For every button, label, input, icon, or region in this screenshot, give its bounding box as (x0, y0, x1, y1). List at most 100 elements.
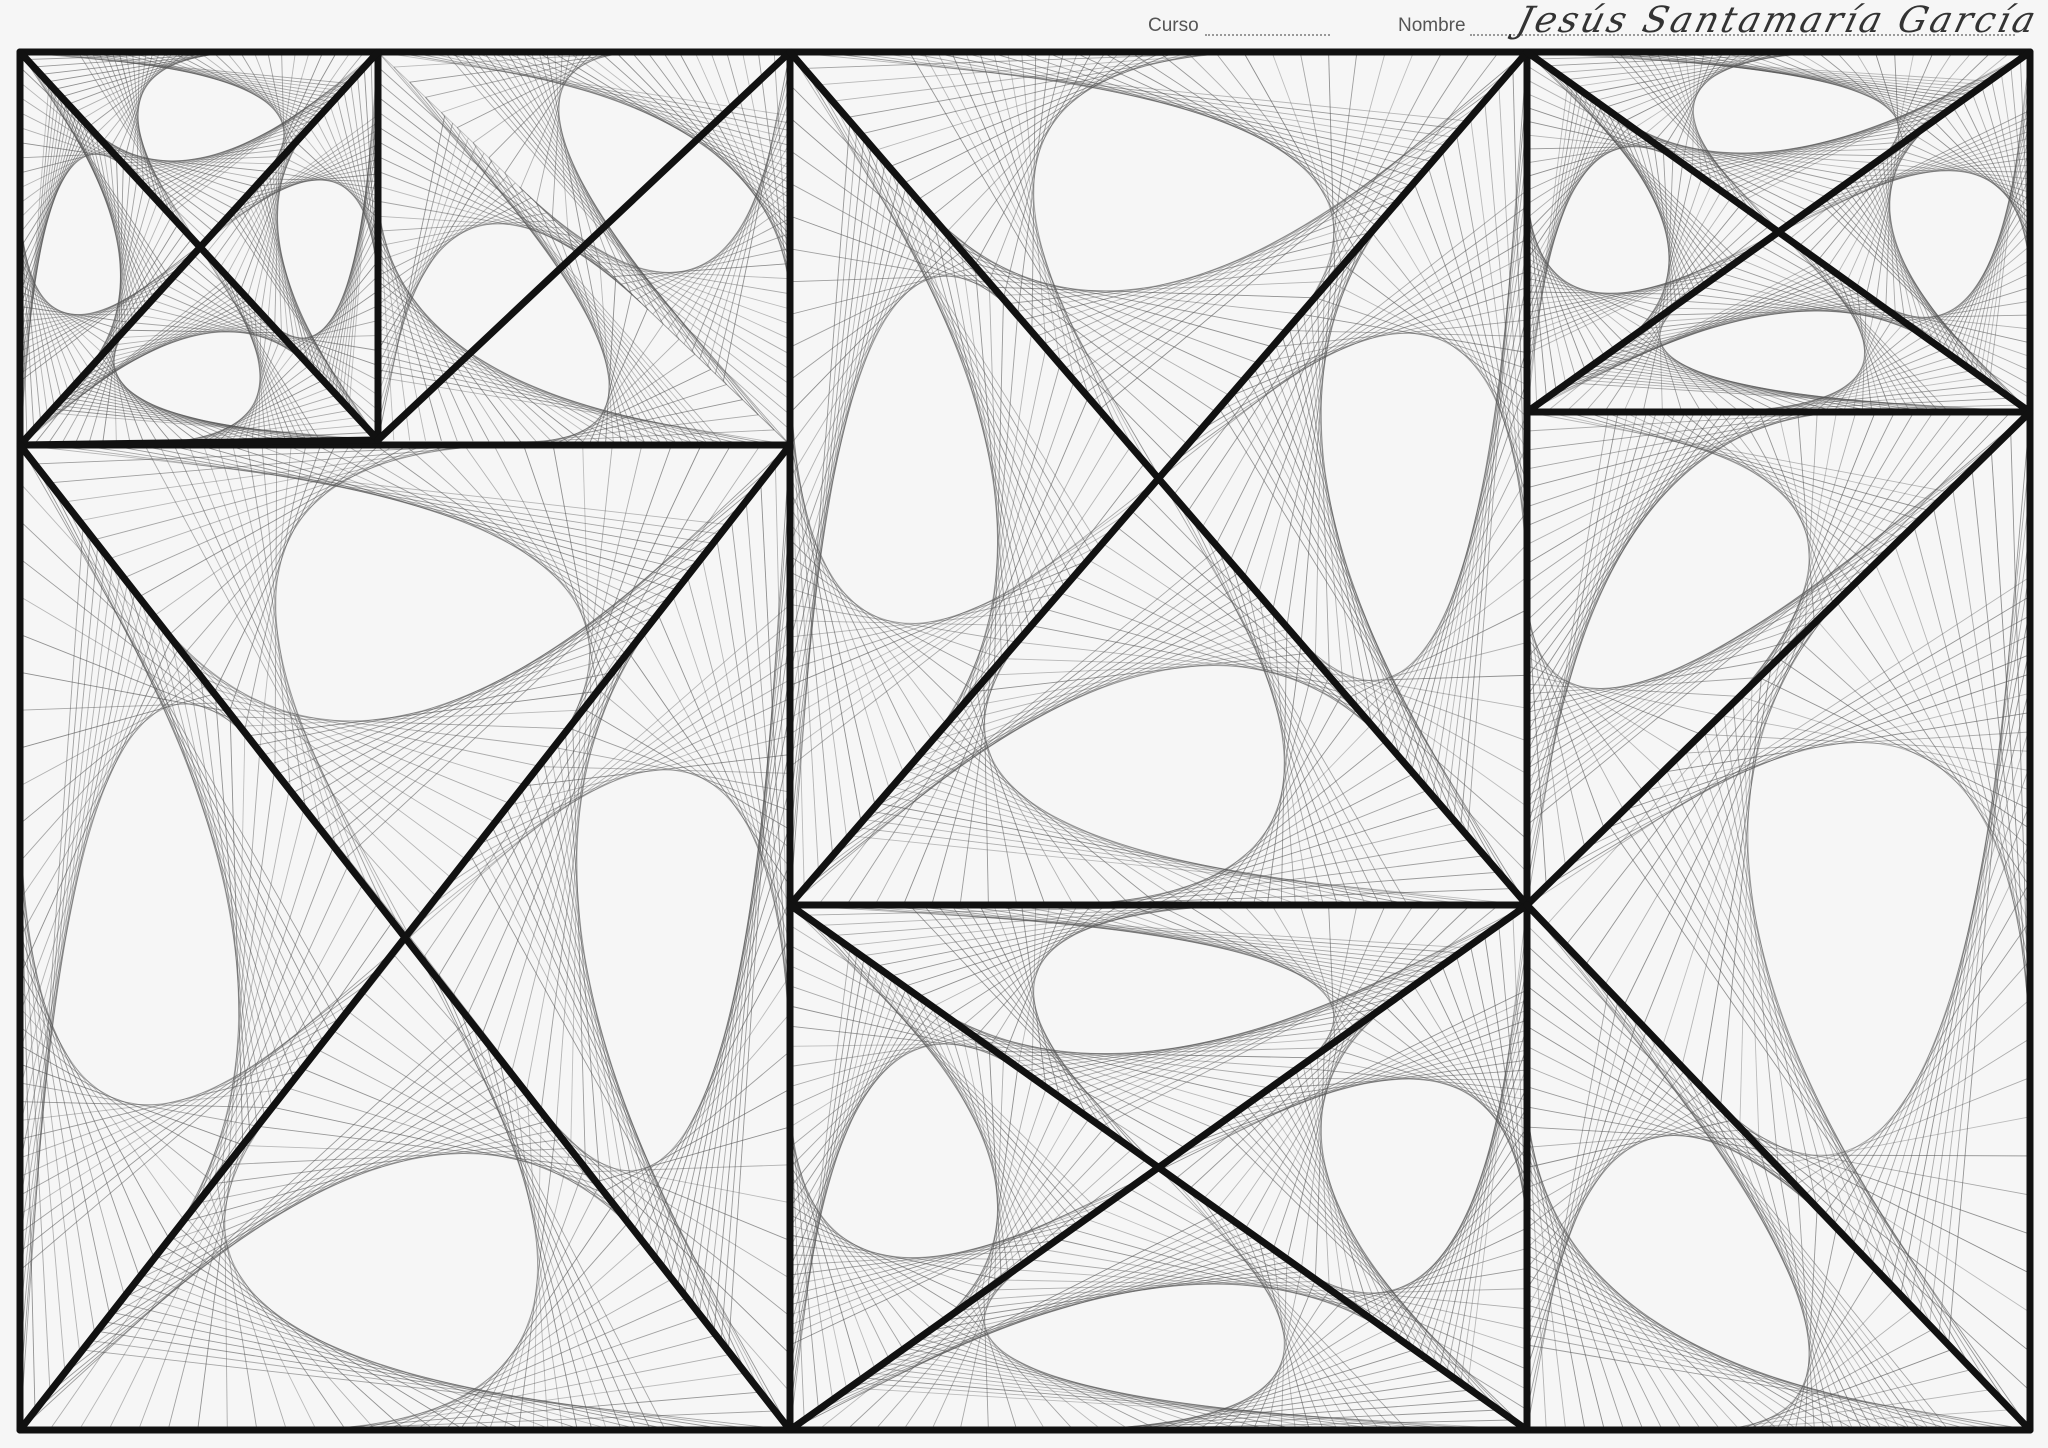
hatch-line (1526, 1234, 1818, 1431)
hatch-line (377, 130, 461, 411)
hatch-line (19, 1031, 336, 1178)
hatch-line (1526, 411, 1734, 659)
hatch-line (946, 636, 1297, 725)
hatch-line (201, 1199, 317, 1431)
hatch-line (377, 182, 516, 307)
hatched-triangle (1779, 51, 2031, 413)
hatch-line (409, 936, 666, 1431)
hatch-line (789, 51, 1468, 122)
hatched-triangle (1526, 231, 2031, 413)
hatch-line (377, 295, 616, 444)
hatched-triangle (789, 904, 1161, 1431)
hatch-line (1526, 430, 2011, 817)
hatch-line (789, 1204, 962, 1311)
hatch-line (1036, 996, 1401, 1083)
hatch-line (377, 354, 743, 445)
hatch-line (1092, 914, 1514, 1123)
hatch-line (1836, 51, 1914, 137)
hatch-line (803, 554, 1227, 889)
hatch-line (534, 201, 791, 416)
hatch-line (184, 653, 266, 1121)
hatch-line (1073, 904, 1398, 999)
hatch-line (699, 596, 791, 1313)
hatch-line (1187, 222, 1528, 446)
hatch-line (1737, 411, 1953, 699)
hatch-line (1266, 642, 1302, 906)
hatch-line (105, 1321, 702, 1431)
hatch-line (955, 713, 1103, 906)
hatch-line (636, 217, 791, 300)
hatch-line (1718, 1389, 1992, 1431)
hatch-line (552, 51, 791, 199)
hatch-line (1795, 1038, 2031, 1186)
hatch-line (1644, 327, 1721, 413)
hatch-line (1230, 1020, 1367, 1221)
hatch-line (789, 1115, 834, 1401)
hatch-line (493, 444, 614, 675)
hatch-line (789, 559, 1089, 687)
hatch-line (965, 51, 1104, 413)
hatch-line (1526, 1109, 1724, 1189)
hatch-line (1071, 117, 1471, 377)
hatch-line (1526, 1119, 1734, 1168)
hatch-line (849, 835, 1528, 906)
hatch-line (1816, 620, 2031, 868)
hatch-line (1526, 1184, 1721, 1431)
hatch-line (930, 213, 1189, 446)
hatch-line (1484, 101, 1528, 564)
hatch-line (1814, 959, 2031, 1206)
hatch-line (19, 936, 411, 1271)
hatch-line (1484, 935, 1528, 1220)
hatch-line (789, 120, 851, 906)
hatch-line (789, 543, 1104, 703)
hatch-line (1243, 51, 1357, 252)
hatch-line (1536, 264, 1826, 406)
hatch-line (164, 1246, 465, 1431)
hatch-line (832, 100, 1080, 572)
hatch-line (377, 152, 485, 366)
hatch-line (1022, 1016, 1372, 1073)
hatch-line (962, 1308, 1074, 1431)
hatch-line (612, 1050, 791, 1201)
hatch-line (789, 153, 879, 774)
hatch-line (550, 754, 630, 1222)
hatched-triangle (19, 51, 379, 247)
hatch-line (226, 143, 379, 217)
hatch-line (478, 847, 776, 1412)
drawing-sheet: Curso Nombre Jesús Santamaría García (0, 0, 2048, 1448)
hatch-line (19, 674, 203, 825)
hatch-line (948, 721, 1131, 906)
hatch-line (55, 404, 351, 441)
hatch-line (1526, 999, 1619, 1410)
hatch-line (1230, 270, 1528, 397)
hatch-line (619, 1013, 791, 1210)
hatch-line (83, 1349, 791, 1431)
hatch-line (459, 1202, 615, 1431)
hatch-line (920, 1337, 1244, 1431)
geometric-line-art (16, 48, 2034, 1434)
hatch-line (424, 955, 652, 1431)
hatch-line (19, 618, 158, 1052)
hatch-line (1295, 319, 1373, 725)
hatch-line (19, 51, 350, 84)
hatch-line (920, 754, 1244, 906)
hatch-line (79, 520, 318, 1055)
hatch-line (789, 250, 963, 381)
hatch-line (279, 614, 659, 774)
hatch-line (655, 823, 791, 1257)
hatch-line (434, 444, 628, 657)
hatch-line (1526, 674, 1721, 716)
hatch-line (1088, 559, 1367, 719)
hatch-line (745, 501, 791, 1036)
hatch-line (1036, 199, 1401, 337)
hatch-line (1941, 190, 2031, 349)
hatch-line (1565, 599, 1839, 946)
hatch-line (1224, 1299, 1344, 1431)
hatch-line (1355, 1227, 1528, 1310)
hatch-line (1565, 945, 1930, 1431)
hatch-line (946, 1266, 1297, 1321)
hatch-line (87, 230, 186, 370)
hatch-line (1526, 985, 1820, 1211)
hatch-line (979, 51, 1090, 397)
hatch-line (1216, 254, 1528, 413)
